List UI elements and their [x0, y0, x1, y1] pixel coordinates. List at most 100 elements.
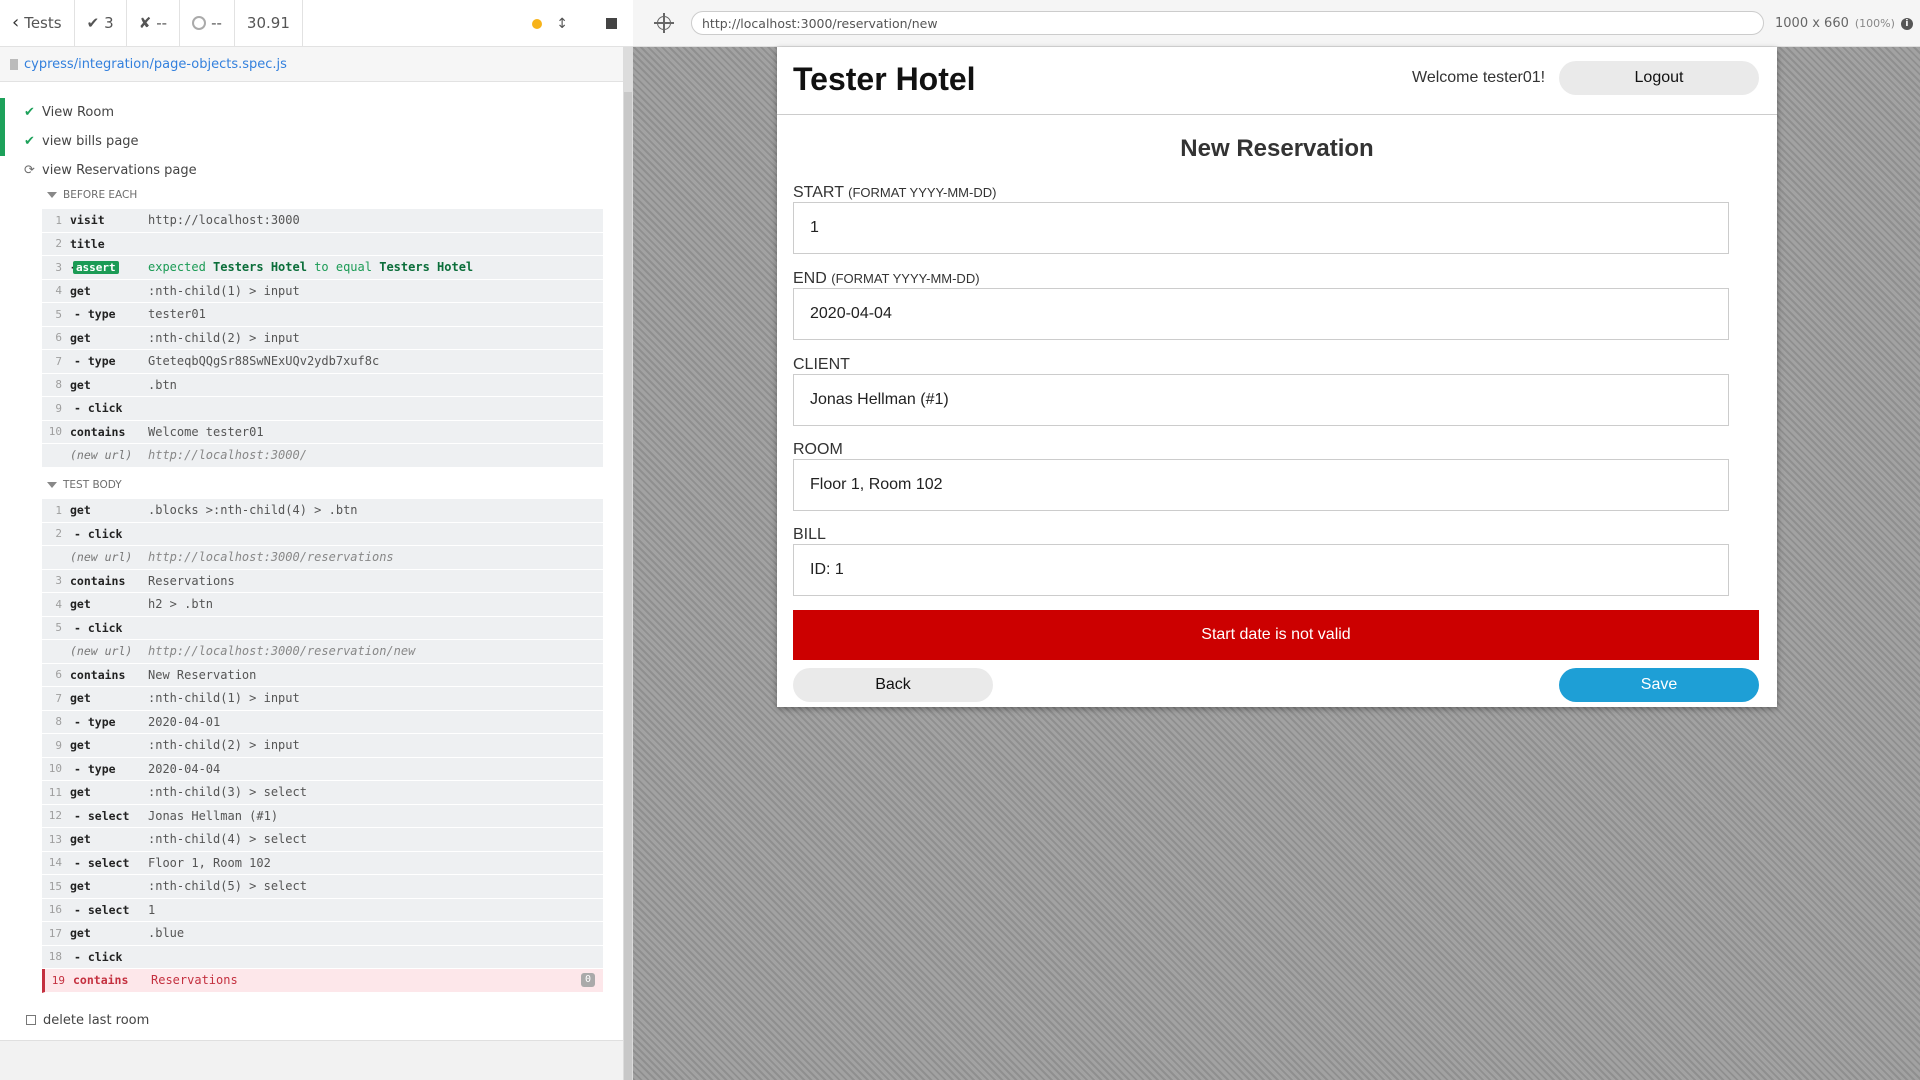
command-number: 5: [55, 307, 62, 321]
command-row[interactable]: 1 visit http://localhost:3000: [42, 209, 603, 233]
assert-part: Testers Hotel: [213, 260, 307, 275]
command-message: :nth-child(1) > input: [148, 691, 300, 706]
command-row[interactable]: 9 get:nth-child(2) > input: [42, 734, 603, 758]
command-number: 6: [55, 331, 62, 345]
caret-down-icon: [47, 192, 57, 198]
scrollbar-thumb[interactable]: [624, 92, 632, 1080]
tests-back-button[interactable]: ‹ Tests: [0, 0, 75, 47]
test-view-reservations[interactable]: ⟳ view Reservations page: [0, 156, 197, 184]
command-number: 5: [55, 621, 62, 635]
command-name: get: [70, 738, 91, 753]
selector-playground-icon[interactable]: [654, 13, 674, 33]
command-name: (new url): [70, 448, 133, 463]
command-row[interactable]: 18 - click: [42, 946, 603, 969]
command-name: - type: [74, 354, 116, 369]
command-number: 4: [55, 597, 62, 611]
command-number: 16: [48, 903, 62, 917]
command-row[interactable]: 5 - type tester01: [42, 303, 603, 327]
command-row[interactable]: 2 - click: [42, 523, 603, 546]
command-row[interactable]: 7 - type GteteqbQQgSr88SwNExUQv2ydb7xuf8c: [42, 350, 603, 374]
stop-icon[interactable]: [606, 18, 617, 29]
aut-stage: Tester Hotel Welcome tester01! Logout Ne…: [633, 47, 1920, 1080]
command-number: 18: [48, 950, 62, 964]
command-name: get: [70, 377, 91, 392]
failed-value: --: [156, 14, 168, 32]
command-row[interactable]: 6 get:nth-child(2) > input: [42, 327, 603, 350]
command-row[interactable]: 14 - select Floor 1, Room 102: [42, 852, 603, 875]
command-row[interactable]: 7 get :nth-child(1) > input: [42, 687, 603, 711]
command-row[interactable]: 5 - click: [42, 617, 603, 640]
command-row[interactable]: 16 - select 1: [42, 899, 603, 922]
command-row[interactable]: 3 -assertexpected Testers Hotel to equal …: [42, 256, 603, 280]
command-row[interactable]: 1 get .blocks >:nth-child(4) > .btn: [42, 499, 603, 523]
command-row[interactable]: 17 get .blue: [42, 922, 603, 946]
save-button[interactable]: Save: [1559, 668, 1759, 702]
bill-select[interactable]: ID: 1: [793, 544, 1729, 596]
command-row[interactable]: (new url) http://localhost:3000/reservati…: [42, 640, 603, 664]
end-input[interactable]: 2020-04-04: [793, 288, 1729, 340]
app-header: Tester Hotel Welcome tester01! Logout: [777, 47, 1777, 115]
room-select[interactable]: Floor 1, Room 102: [793, 459, 1729, 511]
command-row[interactable]: 10 - type 2020-04-04: [42, 758, 603, 781]
pending-square-icon: [26, 1015, 36, 1025]
test-view-room[interactable]: ✔ View Room: [0, 98, 115, 127]
command-row[interactable]: 4 get h2 > .btn: [42, 593, 603, 617]
test-title: view Reservations page: [42, 162, 197, 178]
command-row[interactable]: (new url) http://localhost:3000/: [42, 444, 603, 468]
command-name: (new url): [70, 550, 133, 565]
command-message: h2 > .btn: [148, 597, 214, 612]
command-number: 3: [55, 260, 62, 274]
command-row[interactable]: (new url) http://localhost:3000/reservati…: [42, 546, 603, 570]
test-body-header[interactable]: TEST BODY: [47, 476, 122, 494]
auto-scroll-icon[interactable]: ↕: [556, 16, 568, 32]
info-icon[interactable]: i: [1900, 17, 1913, 30]
command-number: 12: [48, 809, 62, 823]
command-row[interactable]: 12 - select Jonas Hellman (#1): [42, 805, 603, 828]
command-row[interactable]: 8 get .btn: [42, 374, 603, 397]
command-row[interactable]: 13 get:nth-child(4) > select: [42, 828, 603, 852]
command-row[interactable]: 9 - click: [42, 397, 603, 421]
file-icon: [10, 58, 18, 70]
test-title: view bills page: [42, 133, 139, 149]
before-each-header[interactable]: BEFORE EACH: [47, 186, 137, 204]
command-name: (new url): [70, 644, 133, 659]
command-name: - type: [74, 714, 116, 729]
command-message: .btn: [148, 377, 177, 392]
command-row[interactable]: 3 contains Reservations: [42, 570, 603, 593]
reporter-footer: [0, 1040, 623, 1080]
caret-down-icon: [47, 482, 57, 488]
command-number: 7: [55, 691, 62, 705]
command-message: 1: [148, 902, 156, 917]
command-name: - click: [74, 401, 123, 416]
command-row[interactable]: 4 get:nth-child(1) > input: [42, 280, 603, 303]
test-view-bills[interactable]: ✔ view bills page: [0, 127, 139, 156]
test-delete-last-room[interactable]: delete last room: [0, 1006, 149, 1034]
command-name: get: [70, 879, 91, 894]
start-input[interactable]: 1: [793, 202, 1729, 254]
back-button[interactable]: Back: [793, 668, 993, 702]
test-title: View Room: [42, 104, 115, 120]
command-row[interactable]: 15 get:nth-child(5) > select: [42, 875, 603, 899]
command-message: Jonas Hellman (#1): [148, 808, 279, 823]
passed-value: 3: [104, 14, 114, 32]
command-name: get: [70, 330, 91, 345]
command-row[interactable]: 11 get:nth-child(3) > select: [42, 781, 603, 805]
url-display: http://localhost:3000/reservation/new: [691, 11, 1764, 35]
command-message: tester01: [148, 307, 206, 322]
logout-button[interactable]: Logout: [1559, 61, 1759, 95]
command-row[interactable]: 19 contains Reservations 0: [42, 969, 603, 993]
command-message: :nth-child(1) > input: [148, 283, 300, 298]
reporter-scrollbar[interactable]: [623, 47, 633, 1080]
command-number: 8: [55, 378, 62, 392]
command-number: 9: [55, 401, 62, 415]
client-select[interactable]: Jonas Hellman (#1): [793, 374, 1729, 426]
command-row[interactable]: 2 title: [42, 233, 603, 256]
spec-file-link[interactable]: cypress/integration/page-objects.spec.js: [24, 57, 287, 72]
viewport-size: 1000 x 660: [1775, 16, 1849, 31]
command-row[interactable]: 10 contains Welcome tester01: [42, 421, 603, 444]
command-name: get: [70, 691, 91, 706]
command-message: :nth-child(5) > select: [148, 879, 307, 894]
command-row[interactable]: 8 - type 2020-04-01: [42, 711, 603, 734]
running-indicator-icon: [532, 18, 543, 29]
command-row[interactable]: 6 contains New Reservation: [42, 664, 603, 687]
